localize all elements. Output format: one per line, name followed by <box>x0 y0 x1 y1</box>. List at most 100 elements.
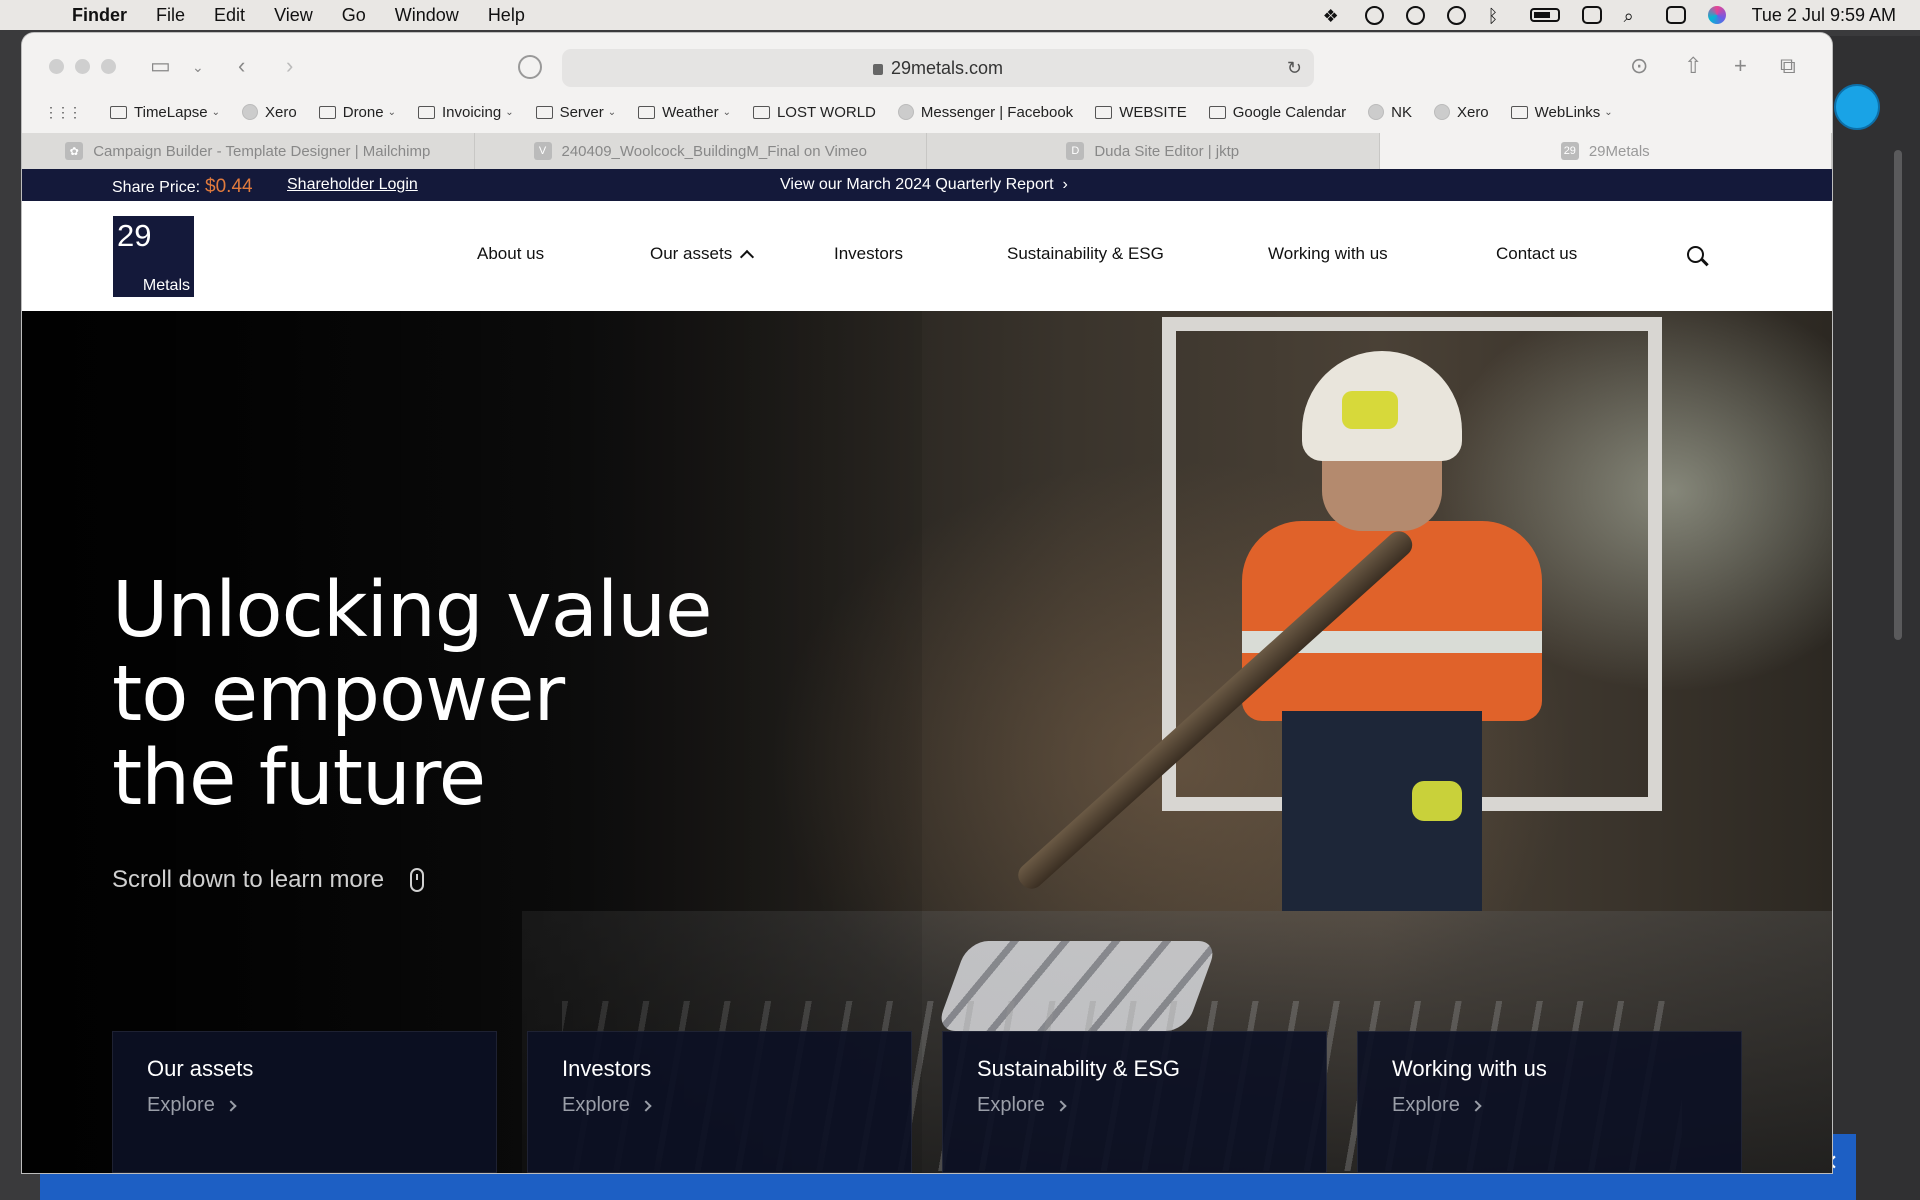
bookmark-website[interactable]: WEBSITE <box>1095 104 1187 121</box>
password-manager-icon[interactable] <box>1405 5 1425 25</box>
bluetooth-icon[interactable]: ᛒ <box>1488 6 1508 26</box>
bookmark-xero[interactable]: Xero <box>242 104 297 121</box>
tab-bar: ✿ Campaign Builder - Template Designer | … <box>22 133 1832 169</box>
top-announcement-bar: Share Price: $0.44 Shareholder Login View… <box>22 169 1832 201</box>
folder-icon <box>1510 105 1528 119</box>
close-window-button[interactable] <box>49 59 64 74</box>
bookmarks-bar: ⋮⋮⋮ TimeLapse ⌄ Xero Drone ⌄ Invoicing ⌄ Se… <box>22 95 1832 129</box>
nav-our-assets[interactable]: Our assets <box>650 244 755 265</box>
hero-section: Unlocking value to empower the future Sc… <box>22 311 1832 1173</box>
bookmark-nk[interactable]: NK <box>1368 104 1412 121</box>
nav-sustainability[interactable]: Sustainability & ESG <box>1007 244 1164 264</box>
menu-edit[interactable]: Edit <box>214 5 245 26</box>
bookmark-xero-2[interactable]: Xero <box>1433 104 1489 121</box>
bookmark-weblinks[interactable]: WebLinks ⌄ <box>1510 104 1613 121</box>
chevron-down-icon[interactable]: ⌄ <box>192 59 204 76</box>
dropbox-icon[interactable]: ❖ <box>1323 6 1343 26</box>
bookmark-server[interactable]: Server ⌄ <box>535 104 616 121</box>
menu-help[interactable]: Help <box>488 5 525 26</box>
background-scrollbar[interactable] <box>1894 150 1902 640</box>
chevron-right-icon <box>640 1099 652 1112</box>
explore-link[interactable]: Explore <box>977 1094 1292 1117</box>
explore-link[interactable]: Explore <box>147 1094 462 1117</box>
address-bar[interactable]: 29metals.com ↻ <box>562 49 1314 87</box>
google-icon <box>1368 104 1385 120</box>
29metals-favicon: 29 <box>1560 142 1579 160</box>
spotlight-search-icon[interactable]: ⌕ <box>1624 6 1644 26</box>
card-working-with-us[interactable]: Working with us Explore <box>1357 1031 1742 1173</box>
folder-icon <box>318 105 336 119</box>
mouse-scroll-icon <box>410 868 425 892</box>
tab-overview-icon[interactable]: ⧉ <box>1780 53 1796 79</box>
app-badge-icon[interactable] <box>1834 84 1880 130</box>
privacy-shield-icon[interactable] <box>518 55 542 79</box>
explore-link[interactable]: Explore <box>1392 1094 1707 1117</box>
quarterly-report-link[interactable]: View our March 2024 Quarterly Report › <box>780 176 1068 194</box>
share-price: Share Price: $0.44 <box>112 176 253 197</box>
siri-icon[interactable] <box>1707 6 1726 24</box>
folder-icon <box>535 105 553 119</box>
site-logo[interactable]: 29 Metals <box>113 216 194 297</box>
tab-vimeo[interactable]: V 240409_Woolcock_BuildingM_Final on Vime… <box>475 133 927 169</box>
menu-go[interactable]: Go <box>342 5 366 26</box>
bookmark-timelapse[interactable]: TimeLapse ⌄ <box>110 104 220 121</box>
screen-mirroring-icon[interactable] <box>1581 6 1602 24</box>
search-icon[interactable] <box>1687 246 1704 263</box>
background-window <box>1830 36 1920 1200</box>
menu-file[interactable]: File <box>156 5 185 26</box>
play-icon[interactable] <box>1446 5 1466 25</box>
folder-icon <box>417 105 435 119</box>
menu-view[interactable]: View <box>274 5 313 26</box>
scroll-prompt[interactable]: Scroll down to learn more <box>112 866 425 894</box>
tab-29metals[interactable]: 29 29Metals <box>1379 133 1832 169</box>
chevron-right-icon <box>225 1099 237 1112</box>
bookmark-invoicing[interactable]: Invoicing ⌄ <box>417 104 514 121</box>
battery-icon[interactable] <box>1529 8 1560 22</box>
card-sustainability[interactable]: Sustainability & ESG Explore <box>942 1031 1327 1173</box>
menu-bar: Finder File Edit View Go Window Help ❖ ᛒ… <box>0 0 1920 30</box>
hero-headline: Unlocking value to empower the future <box>112 566 712 823</box>
menu-clock[interactable]: Tue 2 Jul 9:59 AM <box>1752 5 1896 26</box>
tab-mailchimp[interactable]: ✿ Campaign Builder - Template Designer | … <box>22 133 475 169</box>
nav-contact-us[interactable]: Contact us <box>1496 244 1577 264</box>
menu-window[interactable]: Window <box>395 5 459 26</box>
chevron-right-icon <box>1055 1099 1067 1112</box>
nav-investors[interactable]: Investors <box>834 244 903 264</box>
forward-button[interactable]: › <box>286 53 293 79</box>
menu-app-name[interactable]: Finder <box>72 5 127 26</box>
download-icon[interactable]: ⊙ <box>1630 53 1648 79</box>
control-center-icon[interactable] <box>1665 6 1686 24</box>
tab-duda[interactable]: D Duda Site Editor | jktp <box>927 133 1380 169</box>
reload-icon[interactable]: ↻ <box>1287 58 1302 79</box>
sidebar-icon[interactable]: ▭ <box>150 53 171 79</box>
feature-cards: Our assets Explore Investors Explore Sus… <box>112 1031 1762 1173</box>
bookmark-google-calendar[interactable]: Google Calendar <box>1208 104 1346 121</box>
mailchimp-icon: ✿ <box>65 142 84 160</box>
window-controls <box>49 59 116 74</box>
bookmark-lost-world[interactable]: LOST WORLD <box>752 104 876 121</box>
apps-grid-icon[interactable]: ⋮⋮⋮ <box>44 104 82 121</box>
share-icon[interactable]: ⇧ <box>1684 53 1702 79</box>
card-our-assets[interactable]: Our assets Explore <box>112 1031 497 1173</box>
shareholder-login-link[interactable]: Shareholder Login <box>287 176 418 194</box>
creative-cloud-icon[interactable] <box>1364 5 1384 25</box>
nav-working-with-us[interactable]: Working with us <box>1268 244 1388 264</box>
minimize-window-button[interactable] <box>75 59 90 74</box>
bookmark-weather[interactable]: Weather ⌄ <box>638 104 731 121</box>
facebook-icon <box>897 104 914 120</box>
browser-toolbar: ▭ ⌄ ‹ › 29metals.com ↻ ⊙ ⇧ + ⧉ ⋮⋮⋮ TimeL… <box>22 33 1832 133</box>
folder-icon <box>638 105 656 119</box>
card-investors[interactable]: Investors Explore <box>527 1031 912 1173</box>
bookmark-messenger[interactable]: Messenger | Facebook <box>897 104 1073 121</box>
back-button[interactable]: ‹ <box>238 53 245 79</box>
new-tab-icon[interactable]: + <box>1734 53 1747 79</box>
nav-about-us[interactable]: About us <box>477 244 544 264</box>
zoom-window-button[interactable] <box>101 59 116 74</box>
vimeo-icon: V <box>533 142 552 160</box>
lock-icon <box>872 63 883 75</box>
explore-link[interactable]: Explore <box>562 1094 877 1117</box>
browser-window: ▭ ⌄ ‹ › 29metals.com ↻ ⊙ ⇧ + ⧉ ⋮⋮⋮ TimeL… <box>22 33 1832 1173</box>
url-text: 29metals.com <box>890 57 1004 78</box>
bookmark-drone[interactable]: Drone ⌄ <box>318 104 396 121</box>
folder-icon <box>110 105 127 119</box>
